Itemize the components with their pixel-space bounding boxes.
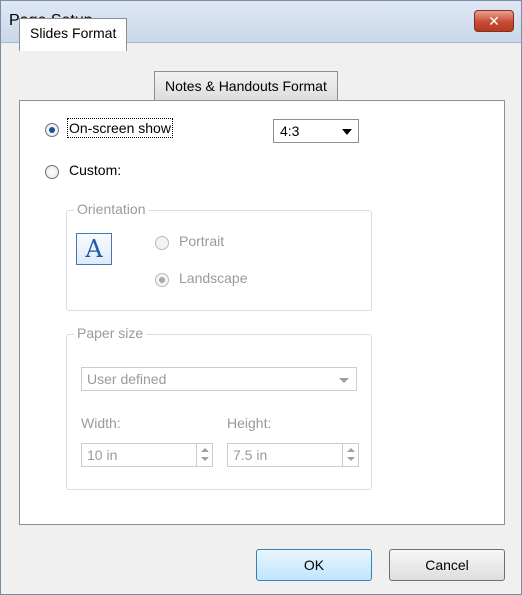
orientation-group-title: Orientation: [74, 201, 149, 217]
stepper-down-icon: [347, 457, 355, 461]
landscape-label[interactable]: Landscape: [179, 270, 248, 286]
tab-notes-handouts-format[interactable]: Notes & Handouts Format: [154, 71, 338, 101]
chevron-down-icon: [339, 378, 349, 383]
height-label: Height:: [227, 415, 272, 431]
slide-ratio-select[interactable]: 4:3: [273, 119, 359, 143]
width-input[interactable]: 10 in: [81, 443, 213, 467]
width-value: 10 in: [87, 447, 118, 463]
height-stepper[interactable]: [342, 444, 358, 466]
orientation-icon: A: [76, 233, 112, 265]
stepper-up-icon: [347, 448, 355, 452]
stepper-up-icon: [201, 448, 209, 452]
tab-slides-format[interactable]: Slides Format: [19, 18, 128, 51]
width-label: Width:: [81, 415, 121, 431]
on-screen-show-label[interactable]: On-screen show: [67, 118, 173, 138]
tab-slides-format-label: Slides Format: [30, 25, 117, 41]
slide-ratio-value: 4:3: [280, 123, 300, 139]
page-setup-dialog: Page Setup ✕ Slides Format Notes & Hando…: [0, 0, 522, 595]
custom-label[interactable]: Custom:: [69, 162, 121, 178]
on-screen-show-radio[interactable]: [45, 123, 59, 137]
tab-notes-handouts-format-label: Notes & Handouts Format: [165, 78, 327, 94]
width-stepper[interactable]: [196, 444, 212, 466]
height-value: 7.5 in: [233, 447, 268, 463]
custom-radio[interactable]: [45, 165, 59, 179]
paper-size-value: User defined: [87, 371, 167, 387]
portrait-label[interactable]: Portrait: [179, 233, 224, 249]
portrait-radio[interactable]: [155, 236, 169, 250]
stepper-down-icon: [201, 457, 209, 461]
paper-size-group-title: Paper size: [74, 325, 147, 341]
paper-size-select[interactable]: User defined: [81, 367, 357, 391]
height-input[interactable]: 7.5 in: [227, 443, 359, 467]
ok-button[interactable]: OK: [256, 549, 372, 581]
chevron-down-icon: [342, 129, 352, 135]
cancel-button[interactable]: Cancel: [389, 549, 505, 581]
close-button[interactable]: ✕: [474, 10, 514, 32]
landscape-radio[interactable]: [155, 273, 169, 287]
